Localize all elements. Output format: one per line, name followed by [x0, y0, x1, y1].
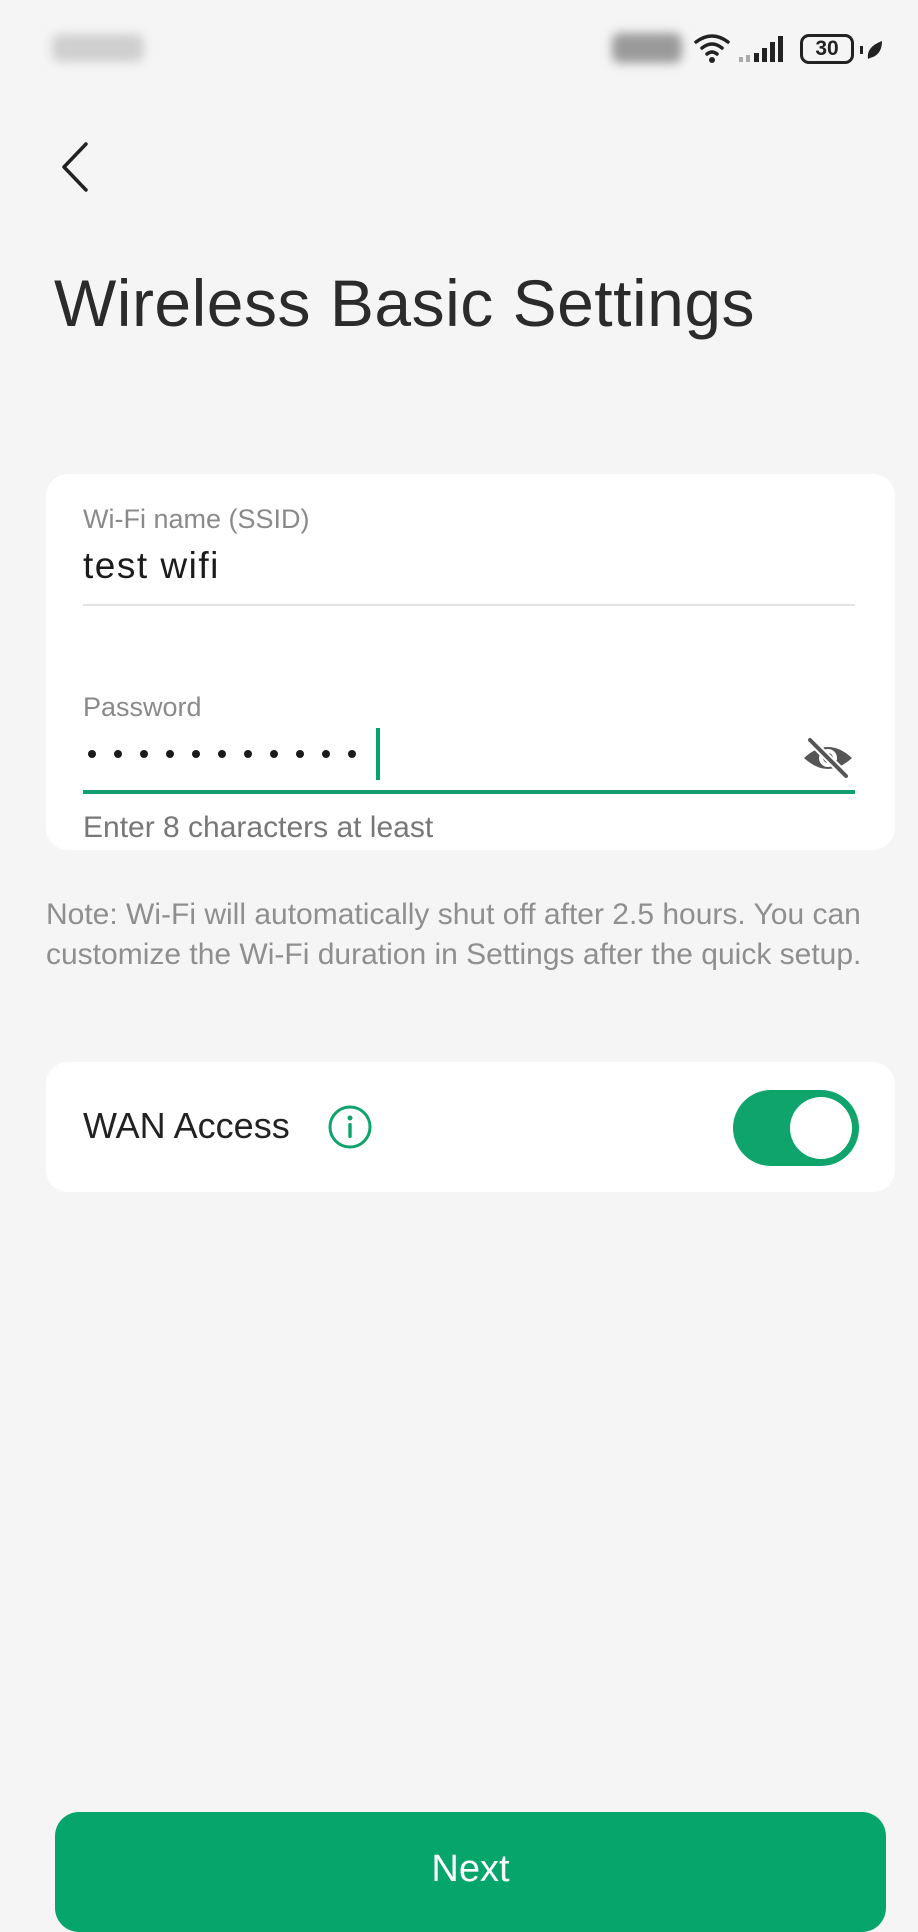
- ssid-underline: [83, 604, 855, 606]
- wifi-signal-icon: [694, 34, 730, 63]
- password-mask-dot: [166, 750, 174, 758]
- ssid-input[interactable]: [83, 538, 855, 594]
- password-mask-dot: [218, 750, 226, 758]
- password-mask-dot: [140, 750, 148, 758]
- toggle-knob: [790, 1097, 852, 1159]
- ssid-label: Wi-Fi name (SSID): [83, 504, 310, 534]
- password-visibility-toggle[interactable]: [800, 732, 856, 784]
- cellular-signal-icon: [739, 36, 783, 62]
- password-mask-dot: [192, 750, 200, 758]
- wan-access-toggle[interactable]: [733, 1090, 859, 1166]
- password-mask-dot: [244, 750, 252, 758]
- status-bar: 30: [0, 0, 918, 100]
- password-mask-dot: [114, 750, 122, 758]
- wifi-form-card: Wi-Fi name (SSID) test wifi Password Ent…: [46, 474, 895, 850]
- password-mask-dot: [348, 750, 356, 758]
- status-time-blurred: [52, 34, 144, 62]
- chevron-left-icon: [62, 142, 88, 192]
- wifi-duration-note: Note: Wi-Fi will automatically shut off …: [46, 898, 862, 971]
- password-input[interactable]: [88, 728, 380, 780]
- next-button-label: Next: [431, 1848, 510, 1890]
- password-label: Password: [83, 692, 202, 722]
- wan-access-label: WAN Access: [83, 1105, 290, 1146]
- password-mask-dot: [322, 750, 330, 758]
- password-mask-dot: [270, 750, 278, 758]
- password-underline-focused: [83, 790, 855, 794]
- battery-saver-leaf-icon: [860, 41, 882, 59]
- next-button[interactable]: Next: [55, 1812, 886, 1932]
- text-caret: [376, 728, 380, 780]
- password-hint: Enter 8 characters at least: [83, 811, 434, 844]
- status-notification-icons-blurred: [612, 33, 682, 63]
- password-mask-dot: [88, 750, 96, 758]
- battery-indicator: 30: [800, 34, 854, 64]
- password-mask-dot: [296, 750, 304, 758]
- wan-access-card: WAN Access: [46, 1062, 895, 1192]
- page-title: Wireless Basic Settings: [54, 266, 756, 340]
- back-button[interactable]: [52, 136, 100, 198]
- info-icon[interactable]: [326, 1103, 374, 1151]
- eye-off-icon: [804, 736, 852, 780]
